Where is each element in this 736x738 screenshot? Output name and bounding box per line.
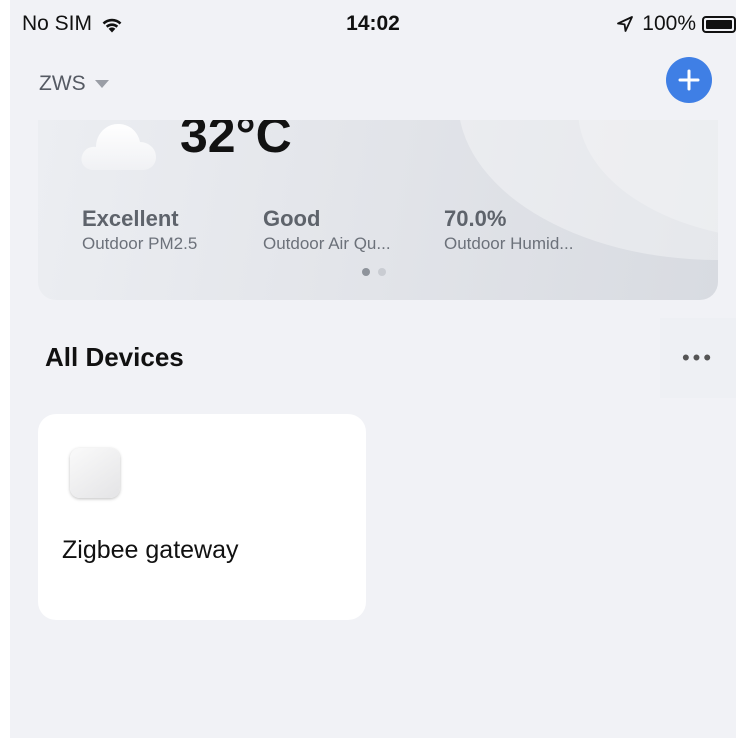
more-icon: ••• [681, 345, 715, 370]
battery-percent: 100% [642, 12, 696, 35]
cloud-icon [81, 124, 156, 170]
metric-value: Excellent [82, 206, 179, 231]
page-dot [378, 268, 386, 276]
more-options-button[interactable]: ••• [660, 318, 736, 398]
add-device-button[interactable] [666, 57, 712, 103]
home-name: ZWS [39, 72, 86, 95]
page-indicator [362, 268, 394, 276]
location-arrow-icon [617, 16, 634, 32]
device-card[interactable]: Zigbee gateway [38, 414, 366, 620]
gateway-device-icon [70, 448, 120, 498]
section-title: All Devices [45, 342, 184, 372]
device-name: Zigbee gateway [62, 536, 239, 564]
add-icon [678, 69, 700, 91]
status-right: 100% [616, 12, 736, 36]
metric-humidity: 70.0% Outdoor Humid... [444, 206, 573, 254]
metric-pm25: Excellent Outdoor PM2.5 [82, 206, 197, 254]
status-bar: No SIM 14:02 100% [10, 0, 736, 48]
battery-icon [702, 15, 736, 33]
metric-label: Outdoor Humid... [444, 234, 574, 254]
app-screen: 32°C No SIM 14:02 100% ZWS Excellent Out… [10, 0, 736, 738]
metric-air-quality: Good Outdoor Air Qu... [263, 206, 391, 254]
home-selector[interactable]: ZWS [39, 72, 109, 96]
metric-label: Outdoor Air Qu... [263, 234, 391, 254]
metric-value: Good [263, 206, 321, 231]
metric-label: Outdoor PM2.5 [82, 234, 198, 254]
caret-down-icon [94, 80, 109, 88]
page-dot [362, 268, 370, 276]
metric-value: 70.0% [444, 206, 507, 231]
